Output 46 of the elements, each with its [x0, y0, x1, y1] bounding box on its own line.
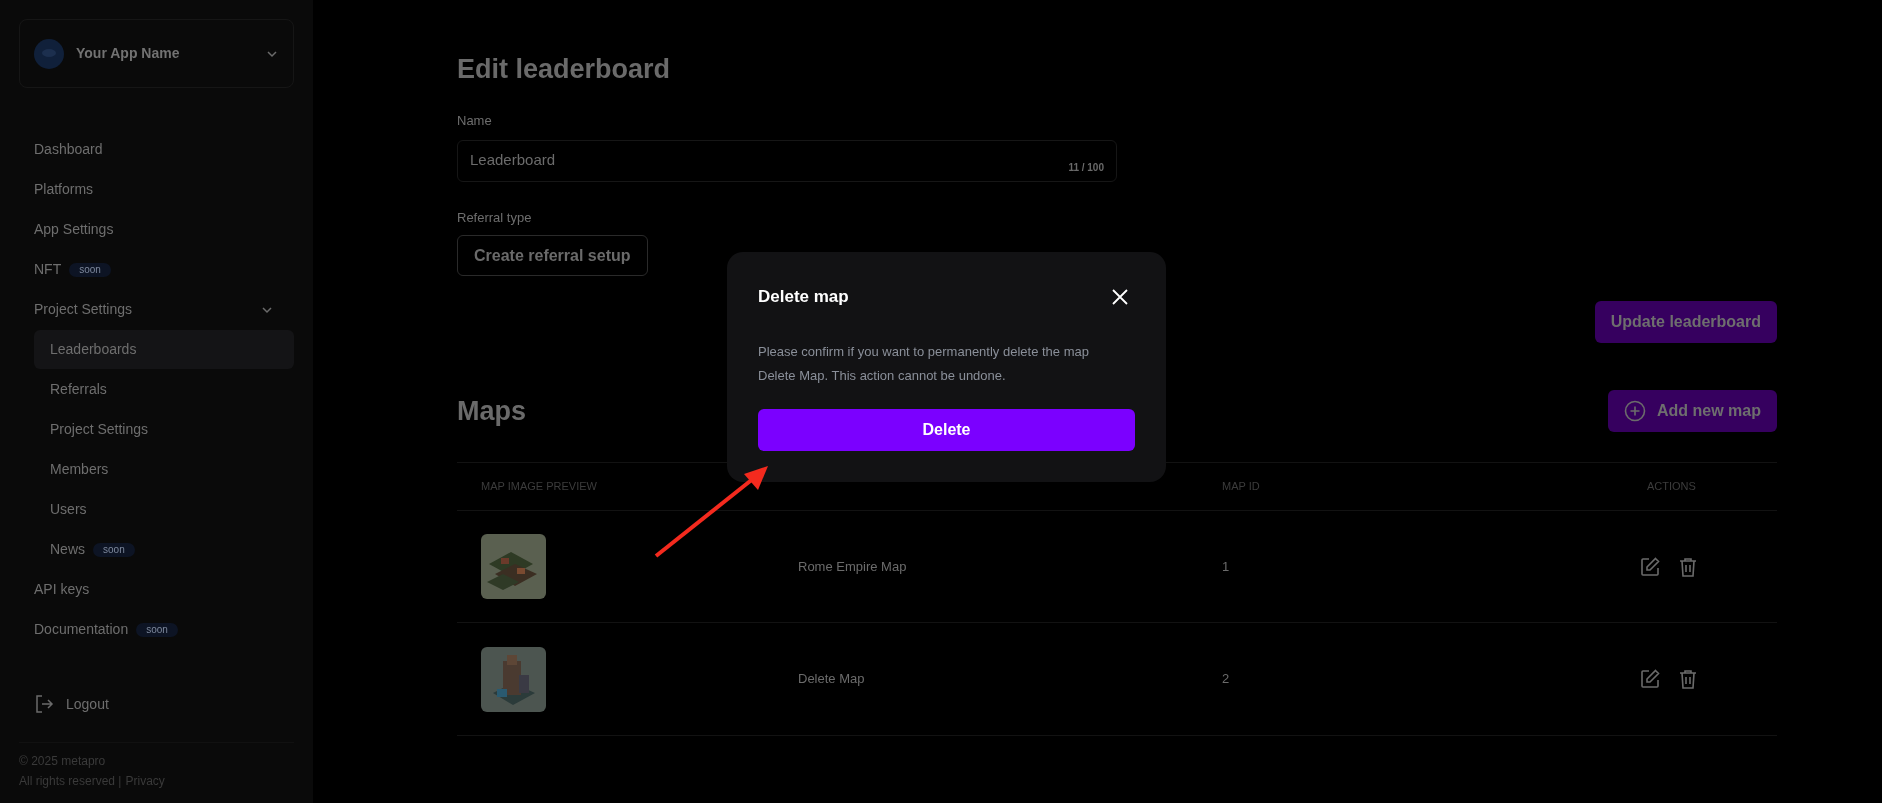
sidebar-item[interactable]: API keys — [34, 570, 294, 609]
soon-badge: soon — [136, 622, 178, 637]
page-title: Edit leaderboard — [457, 53, 672, 86]
sidebar-item[interactable]: News soon — [34, 530, 294, 569]
update-leaderboard-button[interactable]: Update leaderboard — [1594, 301, 1777, 343]
soon-badge: soon — [93, 542, 135, 557]
character-counter: 11 / 100 — [1068, 161, 1104, 175]
delete-button[interactable]: Delete — [758, 408, 1135, 451]
dialog-message: Please confirm if you want to permanently delete the map Delete Map. This action cannot be undone. — [758, 342, 1090, 385]
trash-icon[interactable] — [1677, 668, 1699, 690]
edit-icon[interactable] — [1639, 668, 1661, 690]
table-cell-text: Rome Empire Map — [798, 557, 908, 576]
app-avatar-icon — [34, 38, 64, 69]
app-name: Your App Name — [76, 44, 180, 63]
maps-heading: Maps — [457, 394, 527, 428]
edit-icon[interactable] — [1639, 555, 1661, 578]
referral-type-label: Referral type — [457, 208, 533, 227]
sidebar-item[interactable]: Project Settings — [34, 410, 294, 449]
sidebar-item[interactable]: Documentation soon — [34, 610, 294, 649]
column-header: MAP ID — [1222, 479, 1261, 495]
sidebar-item[interactable]: Users — [34, 490, 294, 529]
sidebar-item[interactable]: Project Settings — [34, 290, 294, 329]
trash-icon[interactable] — [1677, 555, 1699, 578]
table-cell-text: 1 — [1222, 557, 1231, 576]
plus-circle-icon — [1624, 400, 1646, 422]
soon-badge: soon — [69, 262, 111, 277]
logout-icon — [34, 694, 54, 714]
sidebar-item[interactable]: Dashboard — [34, 130, 294, 169]
sidebar-item[interactable]: Referrals — [34, 370, 294, 409]
add-new-map-button[interactable]: Add new map — [1608, 390, 1777, 432]
name-label: Name — [457, 112, 493, 130]
app-selector[interactable]: Your App Name — [19, 19, 294, 88]
dialog-title: Delete map — [758, 286, 849, 308]
sidebar-item[interactable]: Platforms — [34, 170, 294, 209]
create-referral-setup-button[interactable]: Create referral setup — [457, 235, 648, 276]
sidebar-item[interactable]: Members — [34, 450, 294, 489]
table-cell-text: 2 — [1222, 670, 1231, 689]
close-icon[interactable] — [1111, 287, 1129, 306]
table-cell-text: Delete Map — [798, 670, 866, 689]
name-field[interactable]: Leaderboard 11 / 100 — [457, 139, 1117, 182]
column-header: ACTIONS — [1646, 479, 1697, 495]
column-header: MAP IMAGE PREVIEW — [480, 479, 598, 495]
logout-link[interactable]: Logout — [66, 693, 109, 715]
sidebar-item[interactable]: App Settings — [34, 210, 294, 249]
sidebar-item[interactable]: NFT soon — [34, 250, 294, 289]
sidebar-item[interactable]: Leaderboards — [34, 330, 294, 369]
